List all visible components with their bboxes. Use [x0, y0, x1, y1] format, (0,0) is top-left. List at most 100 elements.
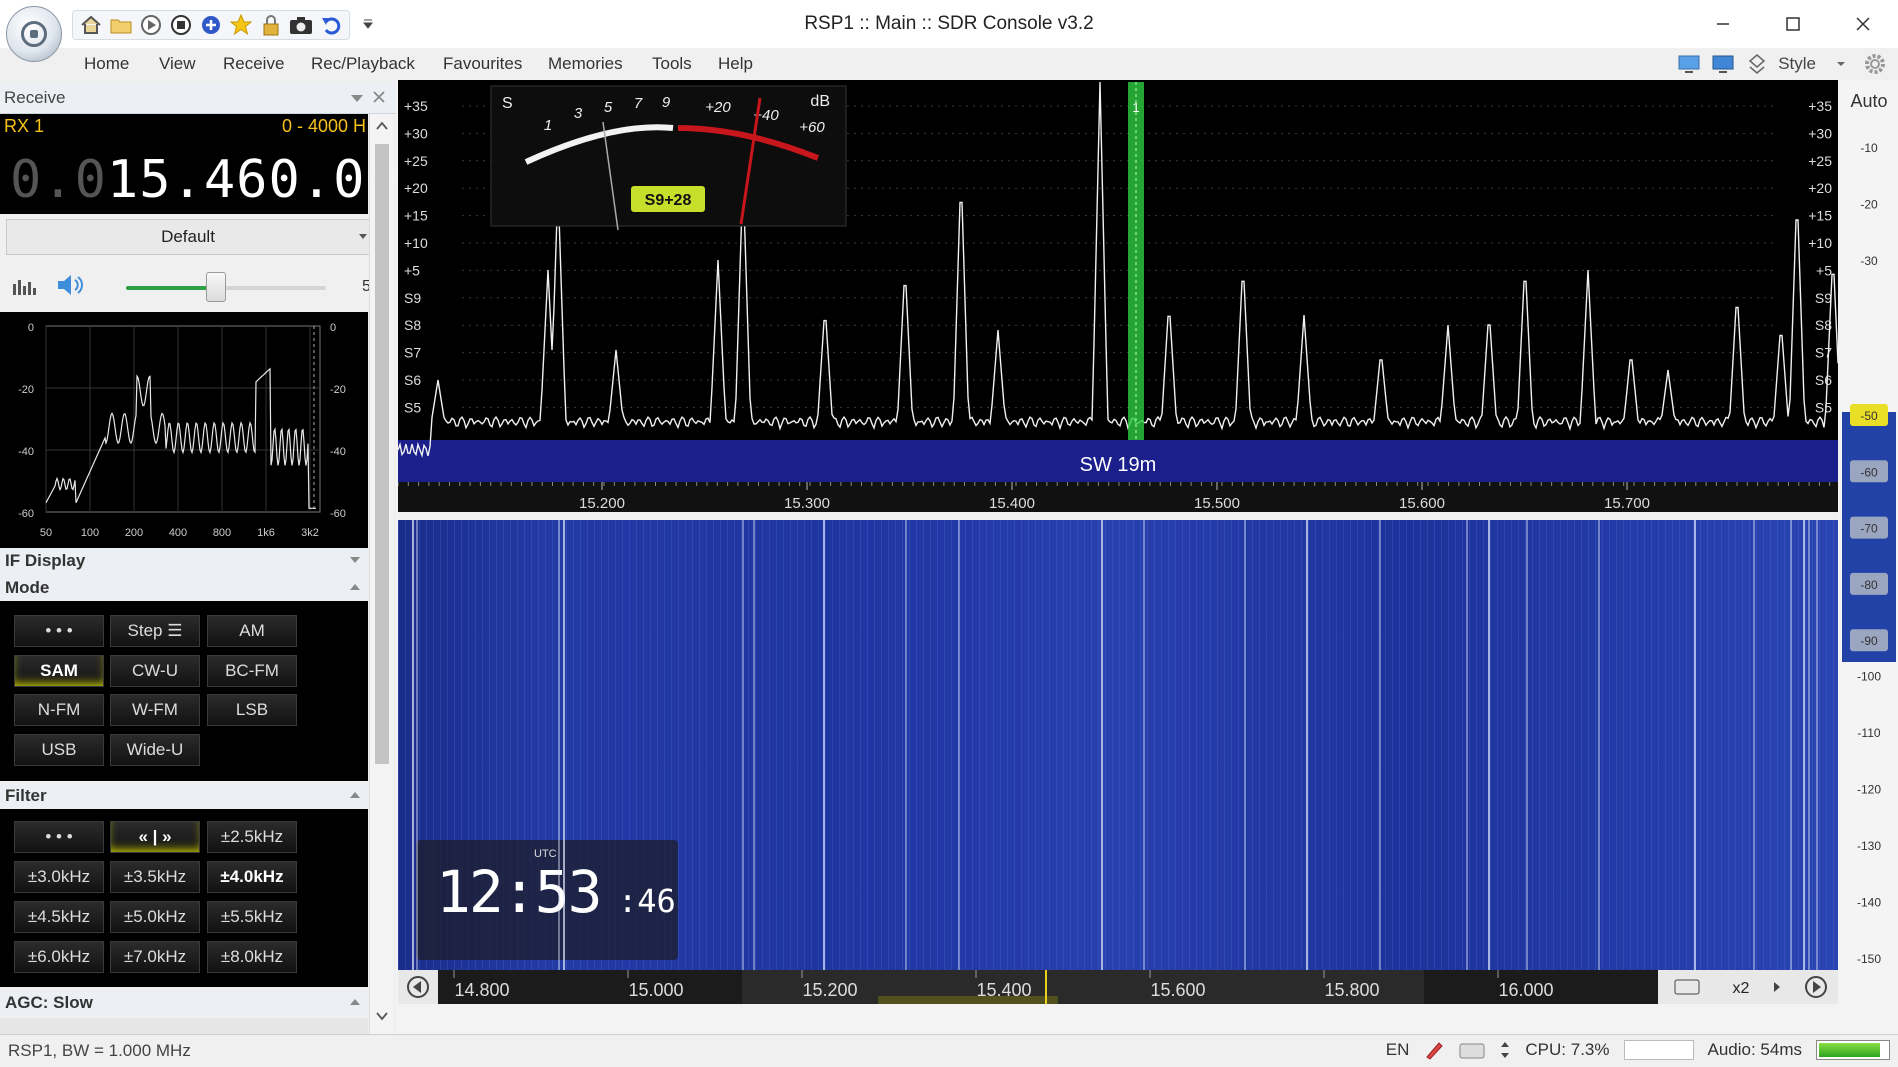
close-button[interactable] — [1828, 0, 1898, 48]
filter-header[interactable]: Filter — [0, 783, 368, 809]
style-icon[interactable] — [1744, 51, 1770, 77]
filter-4-0-button[interactable]: ±4.0kHz — [207, 861, 297, 893]
spectrum-display[interactable]: +35 +30 +25 +20 +15 +10 +5 S9 S8 S7 S6 S5 +35 +30 +25 +… — [398, 80, 1838, 512]
receive-panel-title: Receive — [4, 88, 66, 107]
filter-6-0-button[interactable]: ±6.0kHz — [14, 941, 104, 973]
step-button[interactable]: Step ☰ — [110, 615, 200, 647]
gear-icon[interactable] — [1862, 51, 1888, 77]
keyboard-icon[interactable] — [1459, 1040, 1485, 1060]
menu-receive[interactable]: Receive — [223, 54, 284, 74]
menu-help[interactable]: Help — [718, 54, 753, 74]
mode-am-button[interactable]: AM — [207, 615, 297, 647]
filter-custom-button[interactable]: « | » — [110, 821, 200, 853]
filter-5-5-button[interactable]: ±5.5kHz — [207, 901, 297, 933]
spectrum-plot[interactable]: +35+30+25+20+15+10+5S9S8S7S6S5+35+30+25+… — [398, 80, 1838, 512]
spectrum-left-tick: +20 — [404, 180, 428, 196]
audio-controls: 5 — [0, 264, 371, 308]
spectrum-left-tick: +30 — [404, 125, 428, 141]
display-icon[interactable] — [1710, 51, 1736, 77]
smeter-s-tick: 7 — [634, 95, 643, 112]
mode-more-button[interactable]: • • • — [14, 615, 104, 647]
minimize-button[interactable] — [1688, 0, 1758, 48]
filter-3-0-button[interactable]: ±3.0kHz — [14, 861, 104, 893]
status-bar: RSP1, BW = 1.000 MHz EN CPU: 7.3% Audio:… — [0, 1034, 1898, 1067]
db-tick: -20 — [1860, 198, 1878, 212]
cpu-usage: CPU: 7.3% — [1525, 1040, 1610, 1059]
audio-spectrum-x-tick: 400 — [169, 527, 187, 539]
menu-tools[interactable]: Tools — [652, 54, 692, 74]
filter-buttons: • • • « | » ±2.5kHz ±3.0kHz ±3.5kHz ±4.0… — [0, 809, 368, 987]
chevron-down-icon[interactable] — [1828, 51, 1854, 77]
audio-level-fill — [1819, 1043, 1881, 1057]
spectrum-left-tick: +25 — [404, 153, 428, 169]
spectrum-left-tick: +5 — [404, 262, 420, 278]
waterfall-signal-trace — [1598, 520, 1600, 970]
smeter-s-tick: 5 — [604, 99, 613, 116]
maximize-button[interactable] — [1758, 0, 1828, 48]
auto-button[interactable]: Auto — [1840, 84, 1898, 118]
filter-4-5-button[interactable]: ±4.5kHz — [14, 901, 104, 933]
monitor-icon[interactable] — [1676, 51, 1702, 77]
mode-w-fm-button[interactable]: W-FM — [110, 694, 200, 726]
menu-rec-playback[interactable]: Rec/Playback — [311, 54, 415, 74]
chevron-up-icon — [350, 584, 360, 590]
db-tick: -50 — [1860, 409, 1878, 423]
menu-home[interactable]: Home — [84, 54, 129, 74]
filter-7-0-button[interactable]: ±7.0kHz — [110, 941, 200, 973]
receive-panel-header: Receive — [0, 82, 396, 114]
mode-lsb-button[interactable]: LSB — [207, 694, 297, 726]
scroll-down-icon[interactable] — [376, 1010, 388, 1022]
frequency-display[interactable]: RX 1 0 - 4000 H 0.015.460.000 — [0, 114, 429, 214]
equalizer-icon[interactable] — [12, 276, 38, 296]
menu-view[interactable]: View — [159, 54, 196, 74]
app-menu-button[interactable] — [6, 6, 62, 62]
preset-select[interactable]: Default — [6, 219, 370, 255]
spectrum-right-tick: S5 — [1815, 399, 1832, 415]
menu-favourites[interactable]: Favourites — [443, 54, 522, 74]
display-splitter[interactable] — [398, 512, 1838, 520]
db-tick: -130 — [1857, 839, 1881, 853]
volume-slider-thumb[interactable] — [206, 272, 226, 302]
volume-slider[interactable] — [126, 286, 326, 290]
if-display-header[interactable]: IF Display — [0, 548, 368, 574]
left-panel-scrollbar[interactable] — [369, 114, 393, 1034]
db-tick: -100 — [1857, 670, 1881, 684]
scroll-thumb[interactable] — [375, 144, 389, 764]
frequency-readout[interactable]: 0.015.460.000 — [10, 150, 430, 210]
spectrum-right-tick: +10 — [1808, 235, 1832, 251]
mode-header[interactable]: Mode — [0, 575, 368, 601]
panel-menu-icon[interactable] — [350, 92, 364, 104]
filter-5-0-button[interactable]: ±5.0kHz — [110, 901, 200, 933]
audio-spectrum-y-tick: -60 — [18, 508, 34, 520]
scroll-up-icon[interactable] — [376, 120, 388, 132]
pen-icon[interactable] — [1423, 1039, 1445, 1061]
waterfall-signal-trace — [1803, 520, 1805, 970]
mode-sam-button[interactable]: SAM — [14, 655, 104, 687]
frequency-scroll-bar[interactable]: 14.800 15.000 15.200 15.400 15.600 15.800 16.0… — [398, 970, 1838, 1004]
waterfall-signal-trace — [1306, 520, 1308, 970]
speaker-icon[interactable] — [56, 272, 86, 298]
frequency-scroll-axis[interactable]: 14.800 15.000 15.200 15.400 15.600 15.800 16.0… — [398, 970, 1838, 1004]
mode-bc-fm-button[interactable]: BC-FM — [207, 655, 297, 687]
mode-wide-u-button[interactable]: Wide-U — [110, 734, 200, 766]
panel-close-icon[interactable] — [372, 90, 386, 104]
spectrum-left-tick: S8 — [404, 317, 421, 333]
style-label[interactable]: Style — [1778, 54, 1816, 74]
smeter-s-label: S — [502, 95, 513, 112]
filter-more-button[interactable]: • • • — [14, 821, 104, 853]
mode-cw-u-button[interactable]: CW-U — [110, 655, 200, 687]
waterfall-display[interactable]: UTC 12:53 :46 — [398, 520, 1838, 970]
updown-icon[interactable] — [1499, 1039, 1511, 1061]
agc-header[interactable]: AGC: Slow — [0, 990, 368, 1016]
filter-2-5-button[interactable]: ±2.5kHz — [207, 821, 297, 853]
mode-n-fm-button[interactable]: N-FM — [14, 694, 104, 726]
audio-spectrum-y-tick: 0 — [28, 322, 34, 334]
mode-usb-button[interactable]: USB — [14, 734, 104, 766]
menu-memories[interactable]: Memories — [548, 54, 623, 74]
filter-3-5-button[interactable]: ±3.5kHz — [110, 861, 200, 893]
waterfall-signal-trace — [558, 520, 560, 970]
db-scale[interactable]: -10 -20 -30 -50 -60 -70 -80 -90 -100 -110 -120 -130… — [1840, 122, 1898, 1022]
language-indicator[interactable]: EN — [1386, 1040, 1410, 1060]
filter-8-0-button[interactable]: ±8.0kHz — [207, 941, 297, 973]
spectrum-right-tick: +5 — [1816, 262, 1832, 278]
